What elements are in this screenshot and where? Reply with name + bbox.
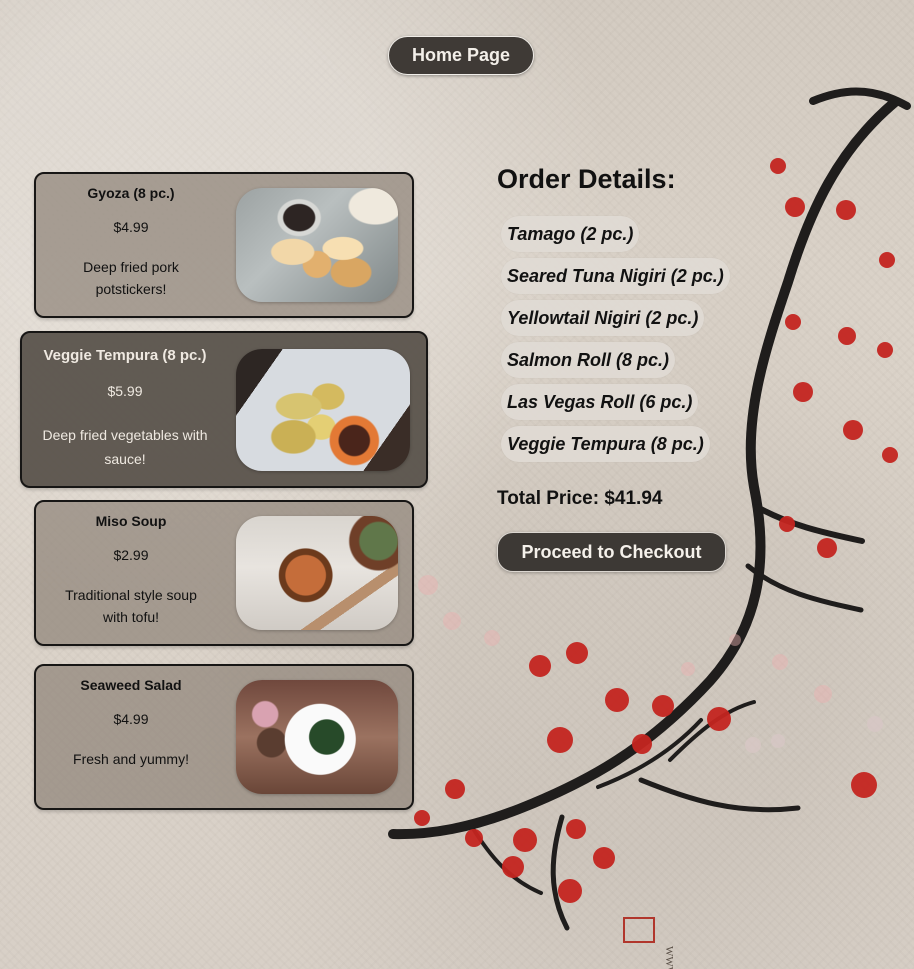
order-item[interactable]: Salmon Roll (8 pc.): [501, 342, 676, 378]
dish-price: $2.99: [113, 547, 149, 563]
home-page-button[interactable]: Home Page: [388, 36, 534, 75]
dish-description: Deep fried vegetables with sauce!: [42, 427, 208, 467]
dish-name: Seaweed Salad: [80, 677, 182, 693]
menu-card-gyoza[interactable]: Gyoza (8 pc.) $4.99 Deep fried pork pots…: [34, 172, 414, 318]
dish-price: $4.99: [113, 219, 149, 235]
order-details-title: Order Details:: [497, 164, 676, 194]
gyoza-image: [236, 188, 398, 302]
order-item[interactable]: Seared Tuna Nigiri (2 pc.): [501, 258, 730, 294]
seaweed-salad-image: [236, 680, 398, 794]
dish-description: Deep fried pork potstickers!: [83, 259, 179, 297]
dish-name: Gyoza (8 pc.): [87, 185, 175, 201]
menu-card-miso-soup[interactable]: Miso Soup $2.99 Traditional style soup w…: [34, 500, 414, 646]
menu-card-veggie-tempura[interactable]: Veggie Tempura (8 pc.) $5.99 Deep fried …: [20, 331, 428, 488]
menu-card-seaweed-salad[interactable]: Seaweed Salad $4.99 Fresh and yummy!: [34, 664, 414, 810]
dish-description: Traditional style soup with tofu!: [65, 587, 197, 625]
dish-name: Miso Soup: [95, 513, 167, 529]
order-item[interactable]: Las Vegas Roll (6 pc.): [501, 384, 699, 420]
dish-price: $4.99: [113, 711, 149, 727]
order-item[interactable]: Tamago (2 pc.): [501, 216, 640, 252]
dish-price: $5.99: [107, 383, 143, 399]
total-price: Total Price: $41.94: [497, 488, 663, 509]
menu-card-text: Veggie Tempura (8 pc.) $5.99 Deep fried …: [22, 333, 228, 486]
proceed-to-checkout-button[interactable]: Proceed to Checkout: [497, 532, 726, 572]
miso-soup-image: [236, 516, 398, 630]
menu-card-text: Gyoza (8 pc.) $4.99 Deep fried pork pots…: [36, 174, 226, 316]
veggie-tempura-image: [236, 349, 410, 471]
dish-description: Fresh and yummy!: [73, 751, 189, 767]
dish-name: Veggie Tempura (8 pc.): [43, 347, 207, 364]
menu-card-text: Seaweed Salad $4.99 Fresh and yummy!: [36, 666, 226, 808]
menu-card-text: Miso Soup $2.99 Traditional style soup w…: [36, 502, 226, 644]
order-item[interactable]: Veggie Tempura (8 pc.): [501, 426, 710, 462]
order-item[interactable]: Yellowtail Nigiri (2 pc.): [501, 300, 705, 336]
